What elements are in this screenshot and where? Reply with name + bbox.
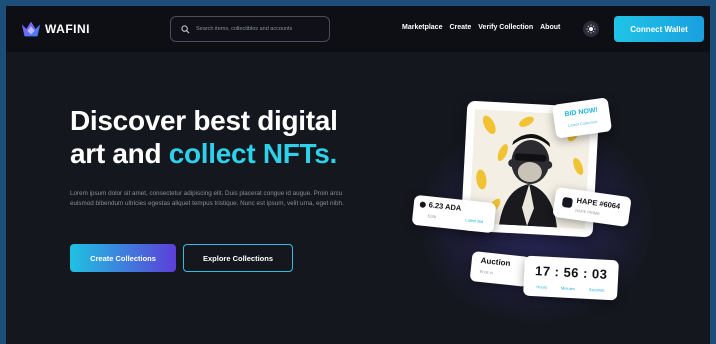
brand-name: WAFINI — [45, 22, 90, 36]
bid-now-badge[interactable]: BID NOW! Latest Collection — [551, 97, 613, 139]
search-icon — [181, 24, 190, 33]
countdown-timer: 17 : 56 : 03 Hours Minutes Seconds — [523, 255, 619, 301]
hero-title-accent: collect NFTs. — [168, 138, 338, 169]
auction-card: Auction Ends in — [469, 251, 531, 287]
theme-toggle-button[interactable] — [583, 21, 599, 37]
timer-unit-seconds: Seconds — [588, 286, 605, 293]
connect-wallet-button[interactable]: Connect Wallet — [614, 16, 704, 42]
timer-units: Hours Minutes Seconds — [529, 284, 611, 293]
auction-label: Auction — [480, 255, 511, 269]
nav-marketplace[interactable]: Marketplace — [402, 24, 442, 31]
explore-collections-button[interactable]: Explore Collections — [183, 244, 293, 272]
sun-icon — [586, 24, 596, 34]
nav-about[interactable]: About — [540, 24, 560, 31]
nav-verify-collection[interactable]: Verify Collection — [478, 24, 533, 31]
price-value: 6.23 ADA — [428, 200, 462, 213]
nav-create[interactable]: Create — [449, 24, 471, 31]
nft-creator: HAPE PRIME — [575, 207, 601, 217]
timer-digits: 17 : 56 : 03 — [534, 263, 608, 282]
collection-icon — [561, 196, 574, 209]
app-frame: WAFINI Marketplace Create Verify Collect… — [6, 6, 710, 344]
wafini-logo-icon — [21, 21, 41, 37]
timer-unit-minutes: Minutes — [560, 285, 576, 292]
auction-subtitle: Ends in — [479, 268, 494, 276]
timer-unit-hours: Hours — [536, 284, 548, 290]
top-navbar: WAFINI Marketplace Create Verify Collect… — [6, 6, 710, 52]
hero-title-line2: art and collect NFTs. — [70, 137, 338, 170]
hero-description: Lorem ipsum dolor sit amet, consectetur … — [70, 190, 344, 208]
create-collections-button[interactable]: Create Collections — [70, 244, 176, 272]
brand-logo[interactable]: WAFINI — [20, 18, 90, 40]
search-input[interactable] — [196, 26, 326, 32]
hero-title-prefix: art and — [70, 138, 169, 169]
search-bar[interactable] — [170, 16, 330, 42]
hero-title-line1: Discover best digital — [70, 105, 338, 136]
hero-title: Discover best digital art and collect NF… — [70, 104, 338, 170]
nav-links: Marketplace Create Verify Collection Abo… — [402, 24, 560, 31]
ada-coin-icon — [419, 201, 427, 208]
latest-bid-label: Latest Bid — [465, 217, 484, 225]
price-usd: $10k — [427, 213, 437, 220]
bid-now-subtitle: Latest Collection — [567, 118, 598, 128]
